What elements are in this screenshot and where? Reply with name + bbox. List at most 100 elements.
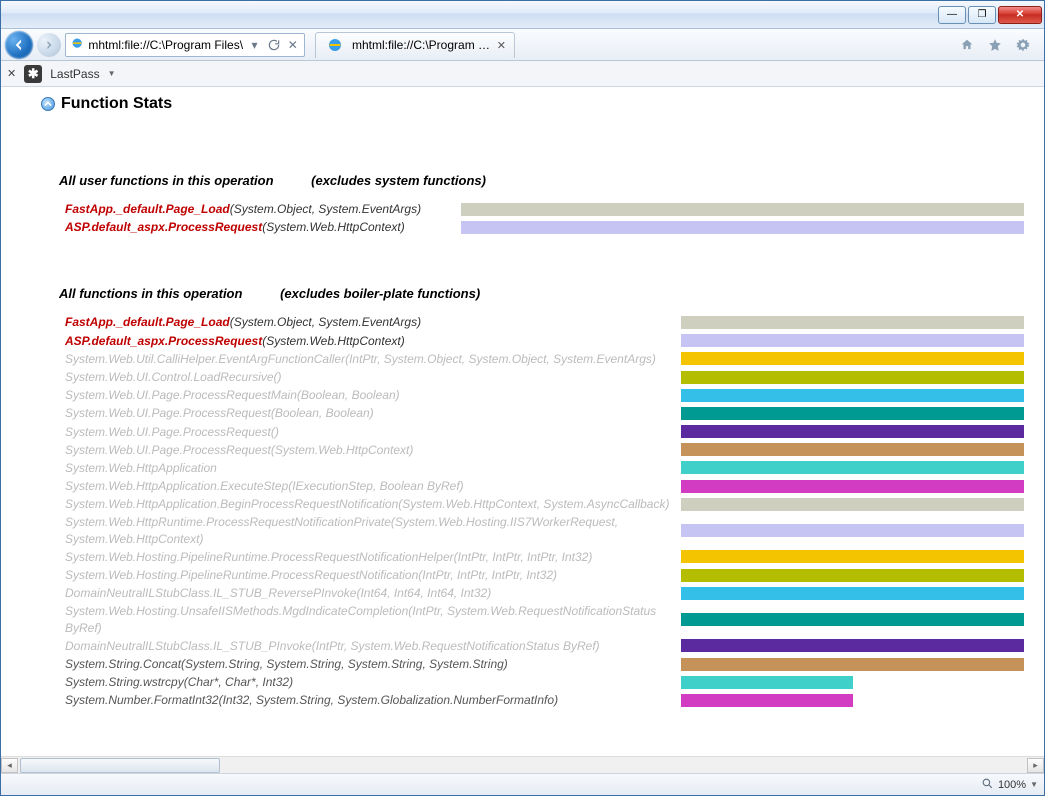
function-bar: [681, 495, 1024, 513]
all-functions-heading: All functions in this operation (exclude…: [59, 286, 1024, 301]
lastpass-label[interactable]: LastPass: [50, 67, 99, 81]
function-name: System.String.Concat(System.String, Syst…: [41, 655, 681, 673]
function-name: DomainNeutralILStubClass.IL_STUB_Reverse…: [41, 584, 681, 602]
function-bar: [681, 637, 1024, 655]
function-bar: [681, 423, 1024, 441]
function-name: System.Web.UI.Page.ProcessRequestMain(Bo…: [41, 386, 681, 404]
ie-icon: [327, 37, 343, 53]
function-bar: [681, 459, 1024, 477]
scroll-left-button[interactable]: ◂: [1, 758, 18, 773]
all-functions-table: FastApp._default.Page_Load(System.Object…: [41, 313, 1024, 709]
user-functions-table: FastApp._default.Page_Load(System.Object…: [41, 200, 1024, 236]
function-name: System.Web.UI.Control.LoadRecursive(): [41, 368, 681, 386]
function-name: ASP.default_aspx.ProcessRequest(System.W…: [41, 332, 681, 350]
horizontal-scrollbar[interactable]: ◂ ▸: [1, 756, 1044, 773]
function-bar: [681, 548, 1024, 566]
address-bar[interactable]: ▾ ✕: [65, 33, 305, 57]
function-bar: [681, 313, 1024, 331]
titlebar: — ❐ ✕: [1, 1, 1044, 29]
function-name: System.Web.Hosting.PipelineRuntime.Proce…: [41, 566, 681, 584]
function-name: System.Web.UI.Page.ProcessRequest(System…: [41, 441, 681, 459]
function-row: System.Web.UI.Page.ProcessRequest(Boolea…: [41, 404, 1024, 422]
function-bar: [681, 332, 1024, 350]
scroll-track[interactable]: [18, 758, 1027, 773]
function-row: FastApp._default.Page_Load(System.Object…: [41, 313, 1024, 331]
function-bar: [681, 673, 1024, 691]
status-bar: 100% ▼: [1, 773, 1044, 795]
browser-window: — ❐ ✕ ▾ ✕ mhtml:file://C:\Program Fil: [0, 0, 1045, 796]
function-name: System.Web.Hosting.PipelineRuntime.Proce…: [41, 548, 681, 566]
function-bar: [681, 691, 1024, 709]
function-row: ASP.default_aspx.ProcessRequest(System.W…: [41, 218, 1024, 236]
function-bar: [461, 218, 1024, 236]
scroll-thumb[interactable]: [20, 758, 220, 773]
zoom-dropdown-icon[interactable]: ▼: [1030, 780, 1038, 789]
minimize-button[interactable]: —: [938, 6, 966, 24]
function-bar: [681, 655, 1024, 673]
function-bar: [681, 368, 1024, 386]
function-row: System.Web.HttpApplication.ExecuteStep(I…: [41, 477, 1024, 495]
function-name: System.Web.UI.Page.ProcessRequest(): [41, 423, 681, 441]
function-row: System.Web.UI.Page.ProcessRequestMain(Bo…: [41, 386, 1024, 404]
back-button[interactable]: [5, 31, 33, 59]
function-row: System.Web.HttpApplication: [41, 459, 1024, 477]
function-bar: [681, 477, 1024, 495]
function-row: System.Web.HttpApplication.BeginProcessR…: [41, 495, 1024, 513]
content-scroll[interactable]: Function Stats All user functions in thi…: [1, 87, 1044, 756]
function-name: System.Web.HttpApplication: [41, 459, 681, 477]
favorites-icon[interactable]: [987, 37, 1003, 53]
function-row: DomainNeutralILStubClass.IL_STUB_Reverse…: [41, 584, 1024, 602]
function-row: System.Number.FormatInt32(Int32, System.…: [41, 691, 1024, 709]
ie-icon: [71, 37, 83, 53]
zoom-value: 100%: [998, 779, 1026, 791]
function-row: System.Web.Util.CalliHelper.EventArgFunc…: [41, 350, 1024, 368]
function-bar: [681, 584, 1024, 602]
function-name: System.Web.HttpApplication.BeginProcessR…: [41, 495, 681, 513]
function-name: System.String.wstrcpy(Char*, Char*, Int3…: [41, 673, 681, 691]
lastpass-icon[interactable]: ✱: [24, 65, 42, 83]
function-name: System.Number.FormatInt32(Int32, System.…: [41, 691, 681, 709]
close-window-button[interactable]: ✕: [998, 6, 1042, 24]
function-row: System.Web.UI.Page.ProcessRequest(): [41, 423, 1024, 441]
function-row: ASP.default_aspx.ProcessRequest(System.W…: [41, 332, 1024, 350]
function-name: FastApp._default.Page_Load(System.Object…: [41, 200, 461, 218]
scroll-right-button[interactable]: ▸: [1027, 758, 1044, 773]
maximize-button[interactable]: ❐: [968, 6, 996, 24]
zoom-icon[interactable]: [981, 777, 994, 793]
lastpass-dropdown-icon[interactable]: ▼: [108, 69, 116, 78]
function-name: System.Web.HttpRuntime.ProcessRequestNot…: [41, 513, 681, 547]
tab-title: mhtml:file://C:\Program Fil...: [352, 38, 491, 52]
function-bar: [681, 566, 1024, 584]
function-row: System.Web.HttpRuntime.ProcessRequestNot…: [41, 513, 1024, 547]
function-row: DomainNeutralILStubClass.IL_STUB_PInvoke…: [41, 637, 1024, 655]
home-icon[interactable]: [959, 37, 975, 53]
page-content: Function Stats All user functions in thi…: [1, 87, 1044, 773]
function-bar: [681, 386, 1024, 404]
refresh-icon[interactable]: [267, 37, 281, 53]
function-name: FastApp._default.Page_Load(System.Object…: [41, 313, 681, 331]
function-row: System.Web.UI.Control.LoadRecursive(): [41, 368, 1024, 386]
function-name: ASP.default_aspx.ProcessRequest(System.W…: [41, 218, 461, 236]
function-bar: [681, 350, 1024, 368]
function-row: System.Web.UI.Page.ProcessRequest(System…: [41, 441, 1024, 459]
address-input[interactable]: [86, 37, 245, 53]
tab-close-icon[interactable]: ✕: [497, 39, 506, 52]
tools-icon[interactable]: [1015, 37, 1031, 53]
toolbar-right: [956, 37, 1040, 53]
user-functions-heading: All user functions in this operation (ex…: [59, 173, 1024, 188]
collapse-icon[interactable]: [41, 97, 55, 111]
function-row: System.Web.Hosting.PipelineRuntime.Proce…: [41, 548, 1024, 566]
dropdown-icon[interactable]: ▾: [248, 37, 260, 53]
function-name: DomainNeutralILStubClass.IL_STUB_PInvoke…: [41, 637, 681, 655]
function-row: System.String.wstrcpy(Char*, Char*, Int3…: [41, 673, 1024, 691]
page-title: Function Stats: [61, 95, 172, 113]
extension-bar: ✕ ✱ LastPass ▼: [1, 61, 1044, 87]
function-bar: [681, 513, 1024, 547]
browser-tab[interactable]: mhtml:file://C:\Program Fil... ✕: [315, 32, 515, 58]
stop-icon[interactable]: ✕: [287, 37, 299, 53]
forward-button[interactable]: [37, 33, 61, 57]
function-row: System.Web.Hosting.UnsafeIISMethods.MgdI…: [41, 602, 1024, 636]
function-name: System.Web.UI.Page.ProcessRequest(Boolea…: [41, 404, 681, 422]
function-row: FastApp._default.Page_Load(System.Object…: [41, 200, 1024, 218]
ext-close-icon[interactable]: ✕: [7, 67, 16, 80]
